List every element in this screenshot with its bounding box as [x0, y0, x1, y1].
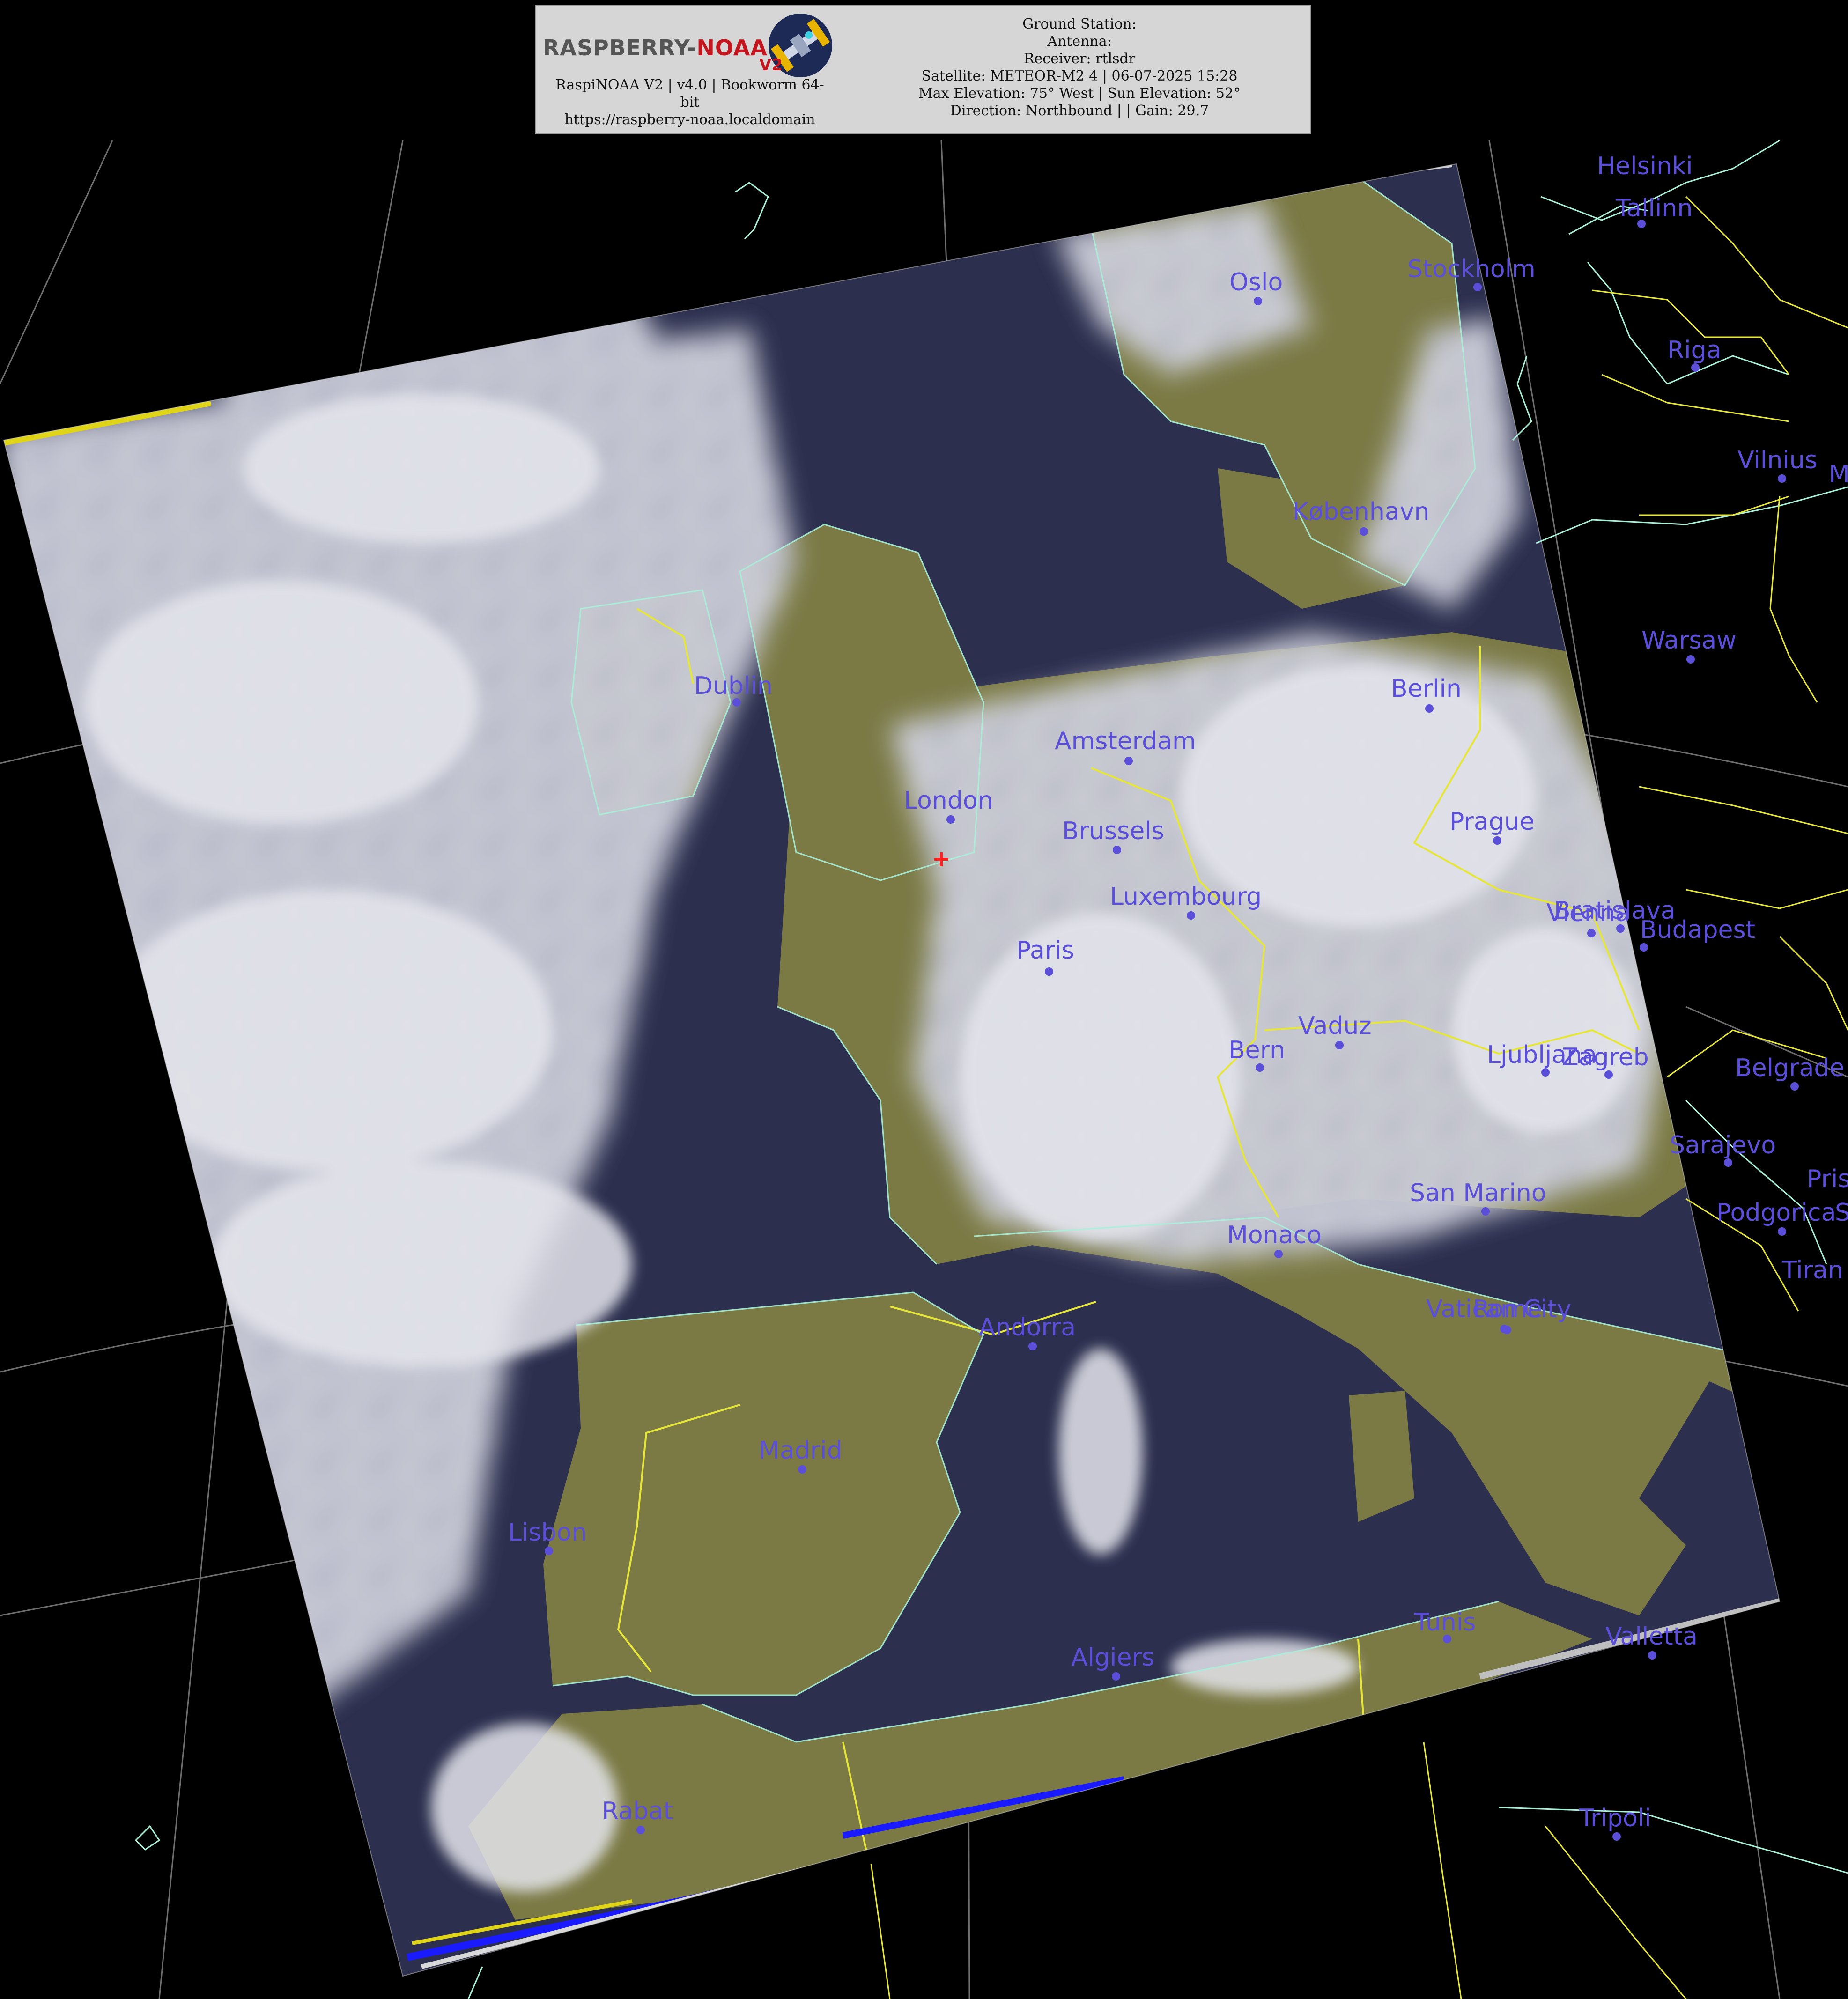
city-tripoli: Tripoli: [1579, 1804, 1651, 1841]
city-label: S: [1835, 1199, 1848, 1227]
city-m: M: [1829, 460, 1848, 488]
city-label: Sarajevo: [1670, 1131, 1776, 1159]
city-dot: [1778, 474, 1786, 483]
ground-station-label: Ground Station:: [1022, 16, 1137, 32]
raspberry-noaa-logo: RASPBERRY-NOAA V2: [543, 13, 843, 77]
station-url: https://raspberry-noaa.localdomain: [564, 111, 815, 128]
city-tiran: Tiran: [1781, 1256, 1843, 1284]
antenna-label: Antenna:: [1047, 33, 1112, 50]
pass-details: Ground Station: Antenna: Receiver: rtlsd…: [855, 15, 1304, 119]
satellite-swath: [4, 164, 1780, 1976]
city-dot: [1686, 655, 1695, 664]
city-label: Helsinki: [1597, 152, 1693, 180]
city-dot: [1648, 1651, 1656, 1660]
logo-text-main: RASPBERRY-: [543, 35, 697, 60]
city-dot: [1790, 1082, 1799, 1091]
software-info: RaspiNOAA V2 | v4.0 | Bookworm 64- bit h…: [540, 76, 840, 128]
city-belgrade: Belgrade: [1735, 1054, 1844, 1091]
city-s: S: [1835, 1199, 1848, 1227]
satellite-map: Helsinki Tallinn Oslo Stockholm Riga Vil…: [0, 140, 1848, 1999]
city-label: Riga: [1667, 336, 1721, 364]
pass-info-header: RASPBERRY-NOAA V2 RaspiNOAA V2 | v4.0 | …: [535, 5, 1311, 134]
elevation-label: Max Elevation: 75° West | Sun Elevation:…: [918, 85, 1241, 102]
logo-text-accent: NOAA: [696, 35, 768, 60]
city-warsaw: Warsaw: [1641, 627, 1737, 664]
city-dot: [1612, 1832, 1621, 1841]
city-budapest: Budapest: [1640, 916, 1755, 952]
software-version-line: RaspiNOAA V2 | v4.0 | Bookworm 64-: [555, 77, 824, 93]
city-podgorica: Podgorica: [1716, 1199, 1836, 1236]
city-dot: [1640, 943, 1648, 952]
city-vilnius: Vilnius: [1737, 446, 1818, 483]
logo-version: V2: [759, 56, 783, 74]
direction-label: Direction: Northbound | | Gain: 29.7: [950, 103, 1209, 119]
city-label: Podgorica: [1716, 1199, 1836, 1227]
city-label: Tripoli: [1579, 1804, 1651, 1832]
receiver-label: Receiver: rtlsdr: [1023, 51, 1136, 67]
city-pris: Pris: [1807, 1165, 1848, 1193]
city-label: Warsaw: [1641, 627, 1737, 655]
software-version-line-2: bit: [680, 94, 700, 111]
city-label: Budapest: [1640, 916, 1755, 944]
logo-text: RASPBERRY-NOAA: [543, 35, 768, 60]
city-label: M: [1829, 460, 1848, 488]
satellite-image-viewer: Helsinki Tallinn Oslo Stockholm Riga Vil…: [0, 0, 1848, 1999]
city-label: Pris: [1807, 1165, 1848, 1193]
city-dot: [1778, 1227, 1786, 1236]
city-dot: [1724, 1158, 1732, 1167]
city-label: Tiran: [1781, 1256, 1843, 1284]
city-label: Vilnius: [1737, 446, 1818, 474]
city-helsinki: Helsinki: [1597, 152, 1693, 180]
satellite-label: Satellite: METEOR-M2 4 | 06-07-2025 15:2…: [921, 68, 1238, 84]
city-riga: Riga: [1667, 336, 1721, 372]
city-dot: [1637, 220, 1646, 228]
